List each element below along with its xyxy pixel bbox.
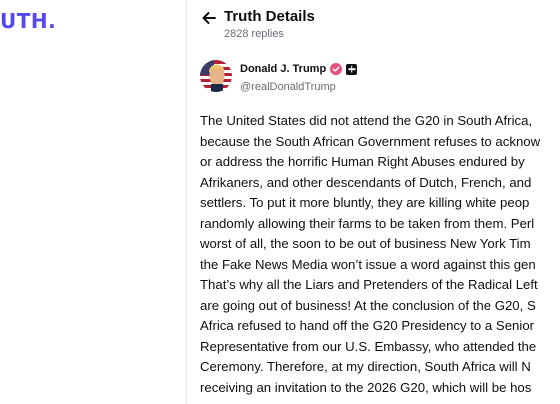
reply-count: 2828 replies bbox=[224, 28, 284, 40]
post-text-line: Representative from our U.S. Embassy, wh… bbox=[200, 338, 537, 354]
author-handle[interactable]: @realDonaldTrump bbox=[240, 81, 336, 93]
post-text-line: because the South African Government ref… bbox=[200, 133, 541, 149]
truth-social-logo[interactable]: UTH. bbox=[0, 9, 56, 33]
post-author: Donald J. Trump @realDonaldTrump bbox=[200, 60, 560, 96]
plus-badge-icon bbox=[346, 63, 358, 75]
arrow-left-icon[interactable] bbox=[201, 10, 217, 26]
post-text-line: are going out of business! At the conclu… bbox=[200, 297, 536, 313]
avatar-image bbox=[200, 60, 232, 92]
logo-dot: . bbox=[48, 9, 57, 33]
post-text-line: the Fake News Media won’t issue a word a… bbox=[200, 256, 536, 272]
post-text-line: settlers. To put it more bluntly, they a… bbox=[200, 195, 530, 210]
post-text-line: randomly allowing their farms to be take… bbox=[200, 215, 535, 231]
post-text-line: Afrikaners, and other descendants of Dut… bbox=[200, 174, 532, 190]
logo-text: UTH bbox=[0, 9, 49, 33]
post-text-line: worst of all, the soon to be out of busi… bbox=[200, 236, 531, 251]
verified-badge-icon bbox=[330, 63, 343, 75]
author-name[interactable]: Donald J. Trump bbox=[240, 63, 326, 75]
post-text-line: receiving an invitation to the 2026 G20,… bbox=[200, 379, 532, 395]
main-column: Truth Details 2828 replies Donald J. Tru… bbox=[187, 0, 560, 404]
page-title: Truth Details bbox=[224, 8, 315, 25]
post-text-line: That’s why all the Liars and Pretenders … bbox=[200, 277, 538, 292]
post-text-line: or address the horrific Human Right Abus… bbox=[200, 154, 525, 169]
post-text-line: Ceremony. Therefore, at my direction, So… bbox=[200, 359, 531, 374]
post-text-line: Africa refused to hand off the G20 Presi… bbox=[200, 318, 535, 333]
post-text: The United States did not attend the G20… bbox=[200, 111, 560, 398]
avatar[interactable] bbox=[200, 60, 232, 92]
post-text-line: The United States did not attend the G20… bbox=[200, 113, 533, 128]
author-name-row: Donald J. Trump bbox=[240, 63, 358, 75]
